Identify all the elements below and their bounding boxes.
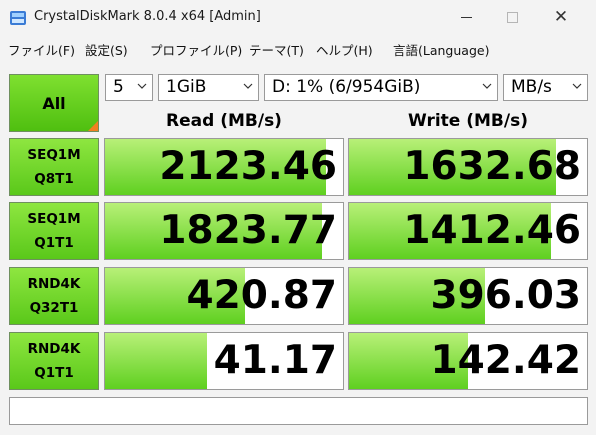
- write-result-cell: 142.42: [348, 332, 588, 390]
- menu-language[interactable]: 言語(Language): [393, 40, 489, 59]
- test-label-line2: Q1T1: [34, 365, 74, 381]
- menu-theme[interactable]: テーマ(T): [249, 40, 304, 59]
- test-count-value: 5: [113, 77, 124, 97]
- write-header: Write (MB/s): [408, 111, 528, 131]
- drive-value: D: 1% (6/954GiB): [272, 77, 421, 97]
- chevron-down-icon: [572, 83, 582, 89]
- menu-help[interactable]: ヘルプ(H): [316, 40, 373, 59]
- drive-select[interactable]: D: 1% (6/954GiB): [264, 74, 498, 101]
- unit-select[interactable]: MB/s: [503, 74, 588, 101]
- window-title: CrystalDiskMark 8.0.4 x64 [Admin]: [34, 9, 261, 24]
- write-result-cell: 396.03: [348, 267, 588, 325]
- write-result-cell: 1632.68: [348, 138, 588, 196]
- menu-file[interactable]: ファイル(F): [8, 40, 75, 59]
- write-result-value: 1412.46: [403, 208, 581, 253]
- read-result-value: 420.87: [186, 273, 338, 318]
- write-result-cell: 1412.46: [348, 202, 588, 260]
- maximize-icon: [506, 12, 518, 23]
- write-result-value: 396.03: [430, 273, 582, 318]
- crystaldiskmark-app-icon: [10, 11, 26, 25]
- test-label-line1: SEQ1M: [27, 211, 81, 227]
- comment-input[interactable]: [9, 397, 588, 425]
- test-button-seq1m-q8t1[interactable]: SEQ1M Q8T1: [9, 138, 99, 196]
- read-result-value: 1823.77: [159, 208, 337, 253]
- read-header: Read (MB/s): [166, 111, 282, 131]
- test-button-rnd4k-q1t1[interactable]: RND4K Q1T1: [9, 332, 99, 390]
- menu-bar: ファイル(F) 設定(S) プロファイル(P) テーマ(T) ヘルプ(H) 言語…: [0, 36, 596, 62]
- all-button[interactable]: All: [9, 74, 99, 132]
- test-label-line1: SEQ1M: [27, 147, 81, 163]
- test-label-line1: RND4K: [27, 276, 81, 292]
- menu-profile[interactable]: プロファイル(P): [150, 40, 242, 59]
- title-bar: CrystalDiskMark 8.0.4 x64 [Admin] ✕: [0, 0, 596, 35]
- read-result-cell: 2123.46: [104, 138, 344, 196]
- unit-value: MB/s: [511, 77, 552, 97]
- test-button-seq1m-q1t1[interactable]: SEQ1M Q1T1: [9, 202, 99, 260]
- close-button[interactable]: ✕: [538, 0, 584, 35]
- read-result-value: 41.17: [213, 338, 337, 383]
- test-label-line1: RND4K: [27, 341, 81, 357]
- chevron-down-icon: [137, 83, 147, 89]
- write-result-value: 1632.68: [403, 144, 581, 189]
- read-result-cell: 41.17: [104, 332, 344, 390]
- minimize-button[interactable]: [443, 0, 489, 35]
- write-result-value: 142.42: [430, 338, 582, 383]
- read-result-cell: 1823.77: [104, 202, 344, 260]
- test-size-select[interactable]: 1GiB: [158, 74, 259, 101]
- chevron-down-icon: [243, 83, 253, 89]
- test-label-line2: Q8T1: [34, 171, 74, 187]
- close-icon: ✕: [553, 7, 569, 27]
- all-button-label: All: [42, 93, 66, 113]
- maximize-button[interactable]: [489, 0, 535, 35]
- test-label-line2: Q1T1: [34, 235, 74, 251]
- test-count-select[interactable]: 5: [105, 74, 153, 101]
- test-label-line2: Q32T1: [29, 300, 79, 316]
- chevron-down-icon: [482, 83, 492, 89]
- test-size-value: 1GiB: [166, 77, 207, 97]
- read-result-bar: [105, 333, 208, 389]
- read-result-cell: 420.87: [104, 267, 344, 325]
- test-button-rnd4k-q32t1[interactable]: RND4K Q32T1: [9, 267, 99, 325]
- minimize-icon: [460, 17, 472, 18]
- menu-settings[interactable]: 設定(S): [85, 40, 128, 59]
- read-result-value: 2123.46: [159, 144, 337, 189]
